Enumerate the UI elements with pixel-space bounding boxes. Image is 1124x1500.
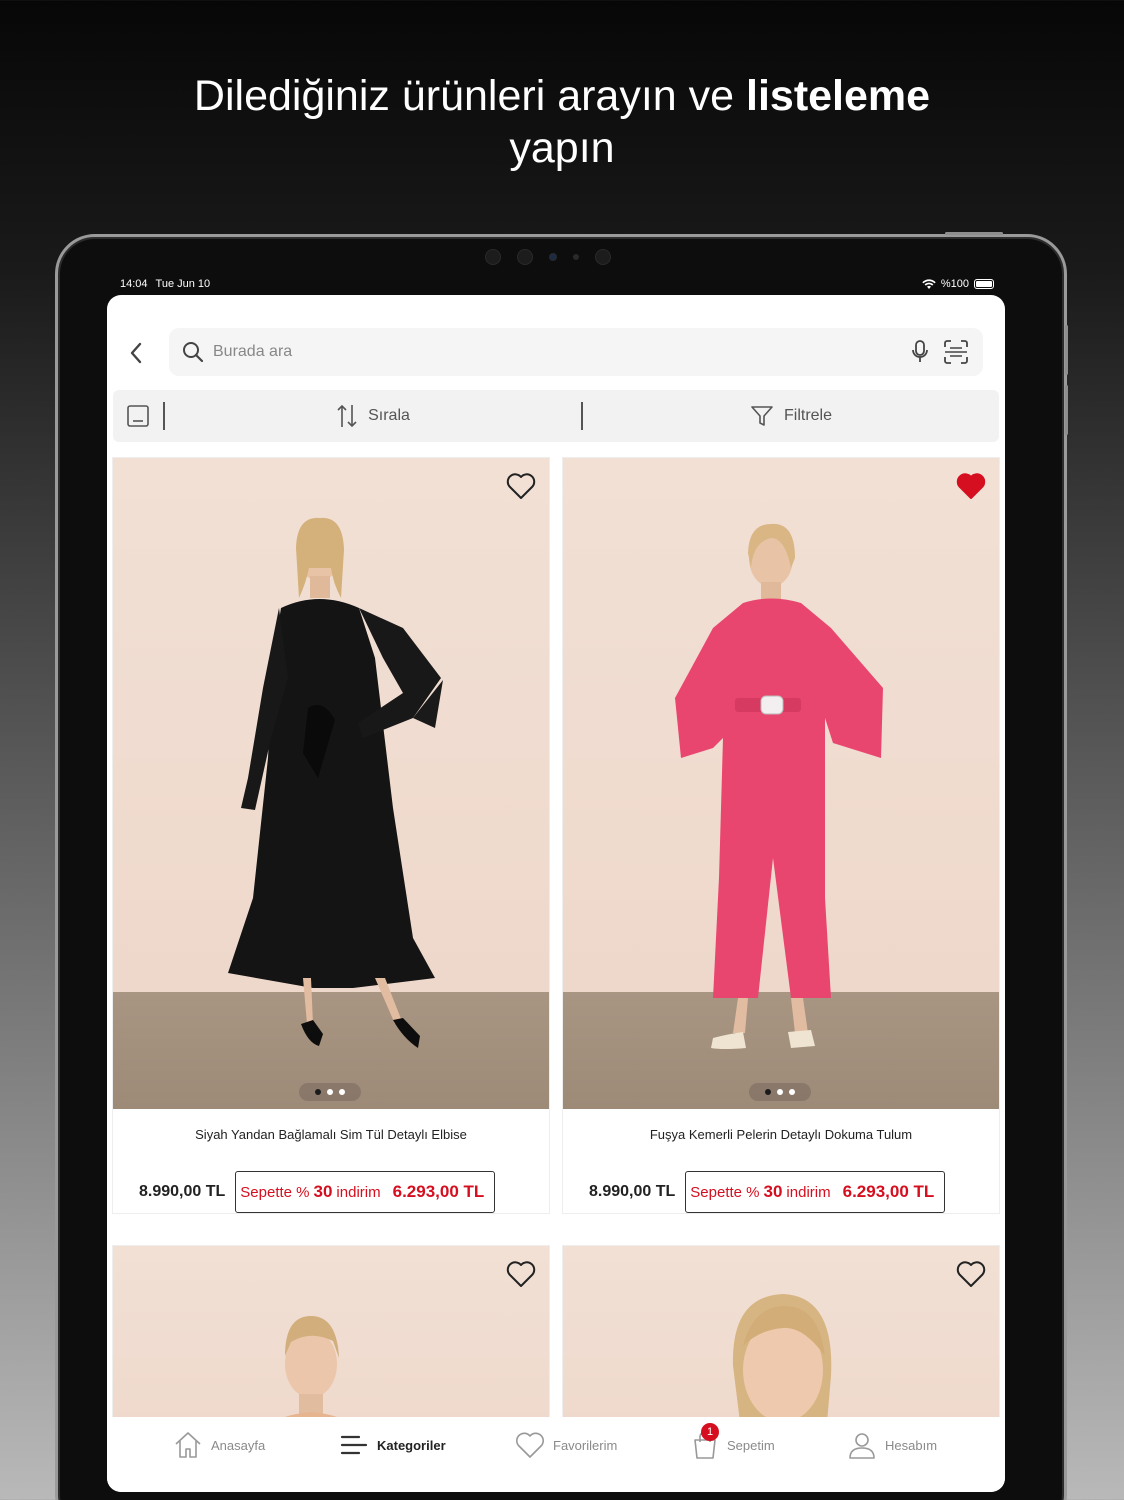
scan-button[interactable] <box>941 337 971 367</box>
top-bar <box>107 328 1005 376</box>
price-row: 8.990,00 TL Sepette % 30 indirim 6.293,00… <box>563 1171 999 1213</box>
favorite-button[interactable] <box>505 1258 537 1290</box>
tab-favorites[interactable]: Favorilerim <box>515 1417 691 1473</box>
sort-button[interactable]: Sırala <box>165 390 581 442</box>
product-card[interactable]: Fuşya Kemerli Pelerin Detaylı Dokuma Tul… <box>563 458 999 1213</box>
filter-label: Filtrele <box>783 407 832 424</box>
promo-percent: 30 <box>763 1182 783 1201</box>
back-button[interactable] <box>121 338 151 368</box>
promo-percent: 30 <box>313 1182 333 1201</box>
scan-icon <box>944 340 968 364</box>
favorite-button[interactable] <box>955 1258 987 1290</box>
promo-suffix: indirim <box>786 1183 831 1201</box>
battery-percent: %100 <box>940 278 969 290</box>
home-icon <box>175 1432 201 1458</box>
app-screen: Sırala Filtrele <box>107 295 1005 1492</box>
list-toolbar: Sırala Filtrele <box>113 390 999 442</box>
product-price: 8.990,00 TL <box>139 1183 226 1200</box>
product-image[interactable] <box>563 458 999 1109</box>
heart-filled-icon <box>956 473 986 499</box>
model-figure <box>675 523 883 1049</box>
promo-price: 6.293,00 TL <box>842 1182 935 1201</box>
heart-outline-icon <box>506 473 536 499</box>
sensor <box>573 254 579 260</box>
status-date: Tue Jun 10 <box>155 278 211 290</box>
product-card[interactable] <box>563 1246 999 1446</box>
search-icon <box>183 342 204 363</box>
power-button <box>945 232 1003 235</box>
image-pager[interactable] <box>299 1083 361 1101</box>
voice-search-button[interactable] <box>905 337 935 367</box>
headline-bold: listeleme <box>746 72 931 120</box>
volume-up-button <box>1065 325 1068 375</box>
search-bar <box>169 328 983 376</box>
model-figure <box>732 1294 832 1446</box>
tab-cart[interactable]: 1 Sepetim <box>691 1417 847 1473</box>
tab-favorites-label: Favorilerim <box>553 1437 618 1453</box>
promo-prefix: Sepette % <box>240 1183 310 1201</box>
camera-lens <box>485 249 501 265</box>
sort-label: Sırala <box>368 407 410 424</box>
promo-headline: Dilediğiniz ürünleri arayın ve listeleme… <box>0 70 1124 174</box>
tab-categories-label: Kategoriler <box>377 1437 446 1453</box>
tab-account[interactable]: Hesabım <box>847 1417 987 1473</box>
camera-lens <box>517 249 533 265</box>
cart-badge: 1 <box>701 1423 719 1441</box>
tab-home-label: Anasayfa <box>211 1437 266 1453</box>
promo-badge: Sepette % 30 indirim 6.293,00 TL <box>685 1171 946 1213</box>
favorite-button[interactable] <box>505 470 537 502</box>
wifi-icon <box>922 278 936 289</box>
promo-prefix: Sepette % <box>690 1183 760 1201</box>
filter-icon <box>751 406 773 426</box>
heart-outline-icon <box>506 1261 536 1287</box>
status-time: 14:04 <box>120 278 148 290</box>
chevron-left-icon <box>130 342 142 364</box>
layout-toggle-button[interactable] <box>113 390 163 442</box>
headline-regular: Dilediğiniz ürünleri arayın ve <box>193 72 747 120</box>
model-figure <box>228 517 443 1048</box>
tab-account-label: Hesabım <box>885 1437 938 1453</box>
product-image[interactable] <box>113 458 549 1109</box>
battery-icon <box>974 279 994 289</box>
camera-lens <box>549 253 557 261</box>
camera-array <box>485 248 611 266</box>
image-pager[interactable] <box>749 1083 811 1101</box>
camera-lens <box>595 249 611 265</box>
microphone-icon <box>912 340 928 362</box>
promo-badge: Sepette % 30 indirim 6.293,00 TL <box>235 1171 496 1213</box>
product-price: 8.990,00 TL <box>589 1183 676 1200</box>
headline-tail: yapın <box>509 124 615 172</box>
volume-down-button <box>1065 385 1068 435</box>
product-image[interactable] <box>113 1246 549 1446</box>
filter-button[interactable]: Filtrele <box>583 390 999 442</box>
tab-home[interactable]: Anasayfa <box>173 1417 339 1473</box>
sort-icon <box>337 404 357 428</box>
grid-view-icon <box>127 405 149 427</box>
favorite-button[interactable] <box>955 470 987 502</box>
model-figure <box>253 1316 369 1446</box>
product-card[interactable] <box>113 1246 549 1446</box>
menu-icon <box>340 1435 368 1455</box>
heart-icon <box>516 1432 544 1458</box>
user-icon <box>849 1433 875 1459</box>
product-name: Fuşya Kemerli Pelerin Detaylı Dokuma Tul… <box>649 1127 913 1142</box>
promo-suffix: indirim <box>336 1183 381 1201</box>
search-input[interactable] <box>213 343 899 361</box>
tab-categories[interactable]: Kategoriler <box>339 1417 515 1473</box>
status-bar: 14:04 Tue Jun 10 %100 <box>92 272 1022 296</box>
heart-outline-icon <box>956 1261 986 1287</box>
bottom-tab-bar: Anasayfa Kategoriler Favorilerim 1 Sepet… <box>107 1417 1005 1492</box>
tab-cart-label: Sepetim <box>727 1437 775 1453</box>
product-card[interactable]: Siyah Yandan Bağlamalı Sim Tül Detaylı E… <box>113 458 549 1213</box>
product-image[interactable] <box>563 1246 999 1446</box>
promo-price: 6.293,00 TL <box>392 1182 485 1201</box>
product-name: Siyah Yandan Bağlamalı Sim Tül Detaylı E… <box>195 1127 467 1142</box>
price-row: 8.990,00 TL Sepette % 30 indirim 6.293,00… <box>113 1171 549 1213</box>
